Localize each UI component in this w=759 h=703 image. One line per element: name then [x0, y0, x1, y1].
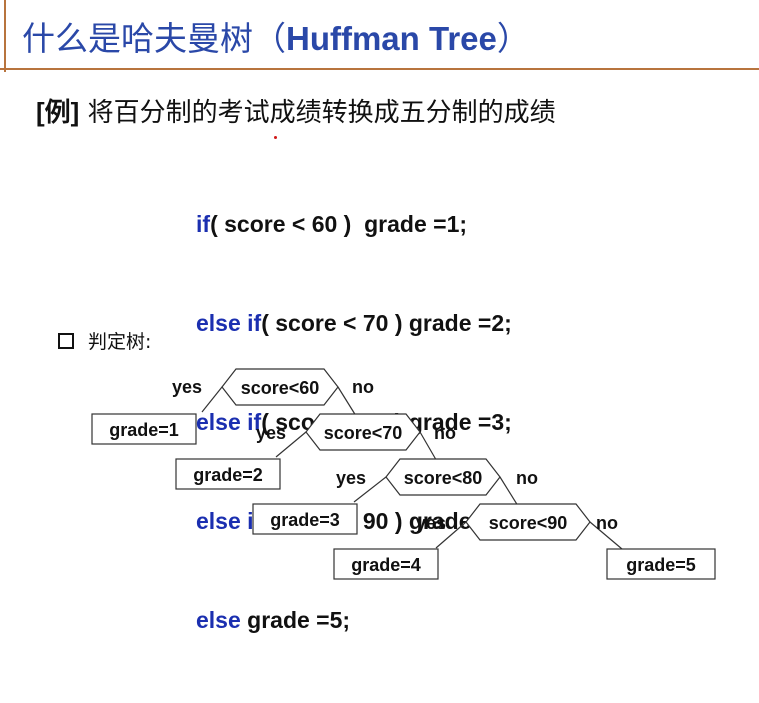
result-node: grade=2	[175, 458, 281, 490]
yes-label: yes	[172, 377, 202, 397]
result-label: grade=3	[270, 510, 340, 530]
yes-label: yes	[336, 468, 366, 488]
slide: 什么是哈夫曼树（Huffman Tree） [例] 将百分制的考试成绩转换成五分…	[0, 0, 759, 633]
code-line: else grade =5;	[196, 604, 512, 637]
no-label: no	[352, 377, 374, 397]
decision-label: score<70	[324, 423, 403, 443]
decision-node: score<80	[385, 458, 501, 496]
decision-node: score<90	[465, 503, 591, 541]
result-label: grade=1	[109, 420, 179, 440]
result-label: grade=5	[626, 555, 696, 575]
result-label: grade=4	[351, 555, 421, 575]
no-label: no	[434, 423, 456, 443]
decision-label: score<90	[489, 513, 568, 533]
result-node: grade=1	[91, 413, 197, 445]
decision-tree-diagram: score<60 score<70 score<80 score<90 grad…	[91, 368, 716, 580]
decision-label: score<60	[241, 378, 320, 398]
result-node: grade=3	[252, 503, 358, 535]
decision-node: score<60	[221, 368, 339, 406]
yes-label: yes	[256, 423, 286, 443]
code-text: grade =5;	[240, 607, 351, 633]
decision-label: score<80	[404, 468, 483, 488]
edge-yes-1	[201, 386, 223, 413]
yes-label: yes	[416, 513, 446, 533]
no-label: no	[596, 513, 618, 533]
code-keyword: else	[196, 607, 241, 633]
result-node: grade=4	[333, 548, 439, 580]
result-label: grade=2	[193, 465, 263, 485]
no-label: no	[516, 468, 538, 488]
result-node: grade=5	[606, 548, 716, 580]
decision-node: score<70	[305, 413, 421, 451]
